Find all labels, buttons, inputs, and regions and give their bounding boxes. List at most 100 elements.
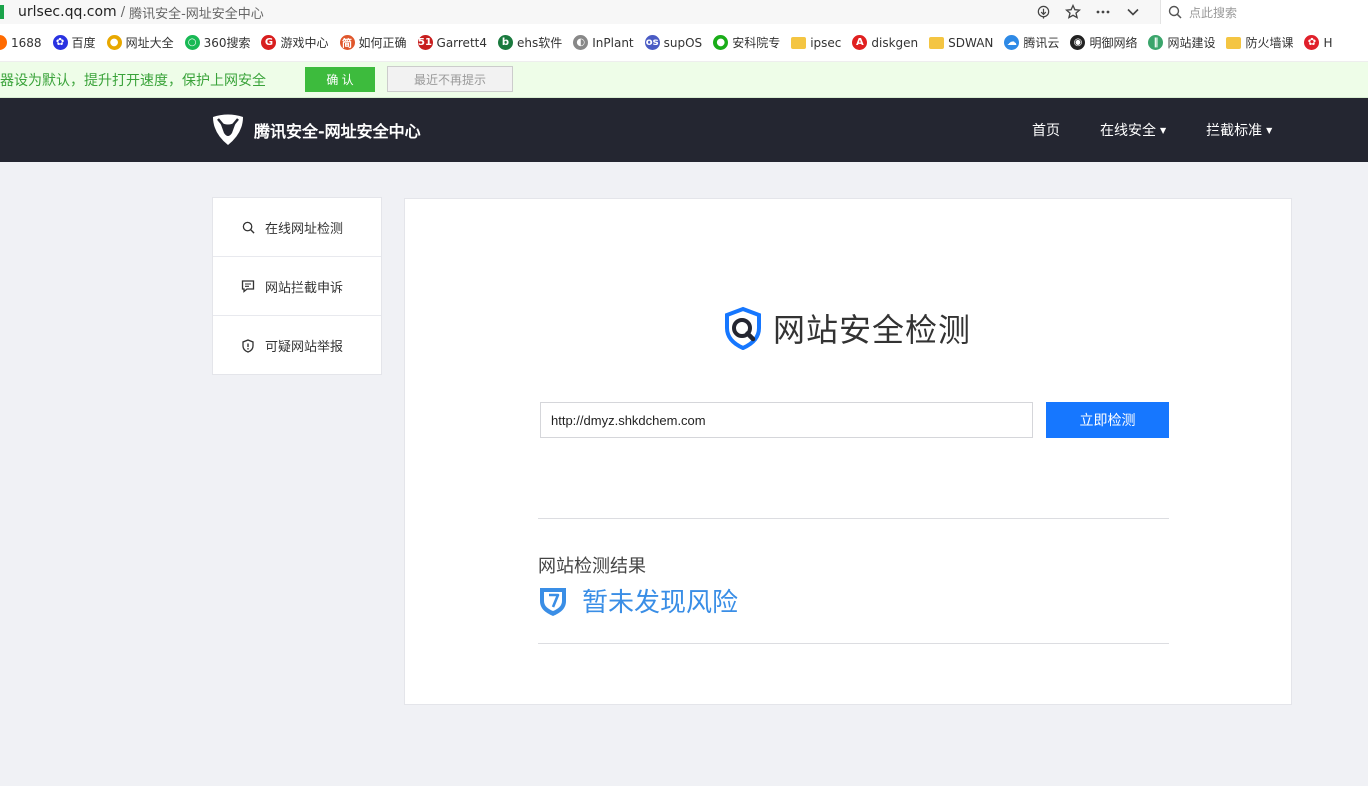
bookmark-item[interactable]: 防火墙课 [1226,34,1293,51]
dismiss-button[interactable]: 最近不再提示 [387,66,513,92]
bookmark-item[interactable]: ✿ 百度 [52,34,96,51]
os-icon: os [644,35,660,50]
bookmark-label: diskgen [871,35,919,50]
bookmark-item[interactable]: 1688 [0,35,42,50]
divider [538,643,1169,644]
main-nav: 首页 在线安全 ▼ 拦截标准 ▼ [1032,98,1272,162]
site-header: 腾讯安全-网址安全中心 首页 在线安全 ▼ 拦截标准 ▼ [0,98,1368,162]
bookmark-item[interactable]: ● 网址大全 [106,34,174,51]
cloud-icon: ☁ [1004,35,1020,50]
sidebar-item-label: 网站拦截申诉 [265,280,344,296]
divider [538,518,1169,519]
bookmark-label: 安科院专 [732,36,781,50]
bookmark-item[interactable]: Adiskgen [852,35,918,50]
search-icon [1161,5,1189,19]
wechat-icon: ● [713,35,729,50]
baidu-paw-icon: ✿ [52,35,68,50]
security-scan-shield-icon [725,306,761,350]
bookmark-item[interactable]: b ehs软件 [498,34,562,51]
notification-text: 器设为默认，提升打开速度，保护上网安全 [0,72,266,89]
bookmark-item[interactable]: SDWAN [929,36,993,50]
bookmark-item[interactable]: G 游戏中心 [261,34,329,51]
hero-title: 网站安全检测 [773,311,972,349]
huawei-icon: ✿ [1304,35,1320,50]
nav-home-label: 首页 [1032,123,1060,139]
360-icon: ○ [184,35,200,50]
globe-dark-icon: ◉ [1070,35,1086,50]
bookmark-label: 360搜索 [203,36,251,50]
sidebar-item-label: 可疑网站举报 [265,340,344,355]
bookmark-label: 腾讯云 [1023,36,1060,50]
logo-text: 腾讯安全-网址安全中心 [254,122,421,141]
sidebar-item-block-appeal[interactable]: 网站拦截申诉 [213,257,381,316]
bookmark-label: ipsec [810,35,842,50]
site-logo[interactable]: 腾讯安全-网址安全中心 [210,113,421,147]
shield-alert-icon [241,338,255,353]
bookmark-label: 网站建设 [1167,36,1216,50]
bookmark-label: 游戏中心 [280,36,329,50]
bookmark-label: SDWAN [948,35,994,50]
bookmark-item[interactable]: ☁ 腾讯云 [1004,34,1059,51]
bookmark-item[interactable]: ○ 360搜索 [184,34,251,51]
more-options-icon[interactable] [1088,0,1118,24]
result-label: 网站检测结果 [538,556,646,577]
bookmark-item[interactable]: 51 Garrett4 [417,35,487,50]
bookmark-item[interactable]: ◐ InPlant [573,35,634,50]
bookmark-label: Garrett4 [436,35,487,50]
search-placeholder: 点此搜索 [1189,5,1238,20]
51-icon: 51 [417,35,433,50]
hero: 网站安全检测 [721,305,971,351]
result-text: 暂未发现风险 [582,588,739,618]
nav-online-security[interactable]: 在线安全 ▼ [1100,120,1166,140]
nav-online-security-label: 在线安全 [1100,123,1156,139]
1688-icon [0,35,7,50]
bookmark-label: 网址大全 [125,36,174,50]
sidebar-item-report-suspicious[interactable]: 可疑网站举报 [213,316,381,375]
bookmarks-bar: 1688 ✿ 百度 ● 网址大全 ○ 360搜索 G 游戏中心简如何正确 51 Garrett4 b e… [0,24,1368,62]
bars-icon: ‖ [1148,35,1164,50]
chevron-down-icon[interactable] [1118,0,1148,24]
bookmark-label: supOS [663,35,703,50]
bookmark-label: 如何正确 [358,36,407,50]
sidebar: 在线网址检测 网站拦截申诉 可疑网站举报 [212,197,382,375]
bookmark-item[interactable]: os supOS [644,35,703,50]
bookmark-label: 防火墙课 [1245,36,1294,50]
nav-home[interactable]: 首页 [1032,120,1060,140]
bookmark-item[interactable]: ✿ H [1304,35,1333,50]
search-icon [241,220,255,234]
caret-down-icon: ▼ [1266,125,1273,135]
bookmark-item[interactable]: 简如何正确 [339,34,407,51]
check-now-button[interactable]: 立即检测 [1046,402,1169,438]
folder-icon [1226,36,1242,49]
globe-icon: ◐ [573,35,589,50]
bookmark-label: 1688 [11,35,42,50]
url-host[interactable]: urlsec.qq.com [18,4,117,20]
hao123-icon: ● [106,35,122,50]
caret-down-icon: ▼ [1160,125,1167,135]
folder-icon [929,36,945,49]
folder-icon [791,36,807,49]
nav-block-standard[interactable]: 拦截标准 ▼ [1206,120,1272,140]
jian-icon: 简 [339,35,355,50]
bookmark-item[interactable]: ◉ 明御网络 [1070,34,1137,51]
url-input[interactable] [540,402,1033,438]
address-bar-actions [1028,0,1148,24]
chat-icon [241,279,255,293]
confirm-button[interactable]: 确 认 [305,67,375,92]
browser-address-bar[interactable]: urlsec.qq.com / 腾讯安全-网址安全中心 点此搜索 [0,0,1368,24]
bookmark-label: H [1323,35,1333,50]
bookmark-item[interactable]: ipsec [791,36,841,50]
nav-block-standard-label: 拦截标准 [1206,123,1263,139]
star-bookmark-icon[interactable] [1058,0,1088,24]
default-browser-notification: 器设为默认，提升打开速度，保护上网安全 确 认 最近不再提示 [0,62,1368,98]
safe-shield-icon [540,587,566,616]
bookmark-label: 百度 [71,36,96,50]
url-separator: / [120,4,126,20]
browser-search-box[interactable]: 点此搜索 [1160,0,1368,24]
bookmark-item[interactable]: ‖ 网站建设 [1148,34,1215,51]
bookmark-item[interactable]: ● 安科院专 [713,34,780,51]
game-icon: G [261,35,277,50]
sidebar-item-online-url-check[interactable]: 在线网址检测 [213,198,381,257]
download-pin-icon[interactable] [1028,0,1058,24]
result-row: 暂未发现风险 [538,582,738,619]
